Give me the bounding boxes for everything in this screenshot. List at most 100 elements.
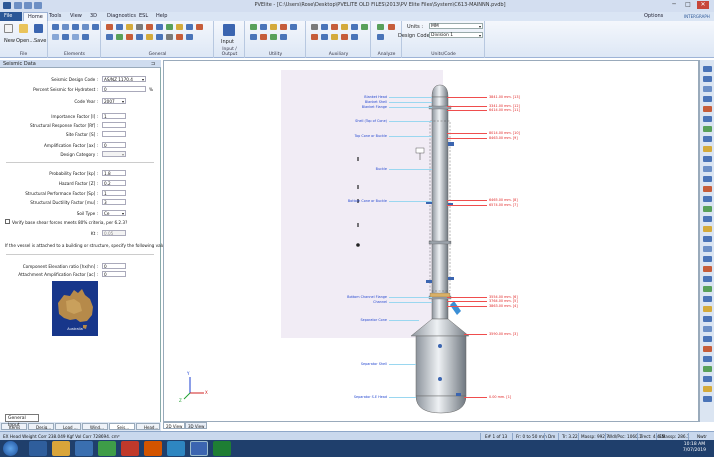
view-icon[interactable]	[703, 306, 712, 312]
component-label[interactable]: Separator Cone	[344, 318, 388, 322]
app-icon[interactable]	[144, 441, 162, 456]
excel-icon[interactable]	[213, 441, 231, 456]
rotate-icon[interactable]	[703, 86, 712, 92]
clip-icon[interactable]	[166, 34, 173, 40]
component-label[interactable]: Bottom Channel Flange	[334, 295, 387, 299]
view-icon[interactable]	[703, 386, 712, 392]
saddle-icon[interactable]	[186, 24, 193, 30]
tab-file[interactable]: File	[0, 12, 22, 21]
view-icon[interactable]	[703, 136, 712, 142]
save-button[interactable]: Save	[34, 38, 46, 44]
site-factor-input[interactable]	[102, 131, 126, 137]
tab-3d[interactable]: 3D	[86, 12, 101, 21]
view-icon[interactable]	[703, 196, 712, 202]
lining-icon[interactable]	[116, 34, 123, 40]
leg-icon[interactable]	[196, 24, 203, 30]
component-label[interactable]: Channel	[349, 300, 387, 304]
performance-factor-input[interactable]: 1	[102, 190, 126, 196]
app-icon[interactable]	[75, 441, 93, 456]
utility-icon[interactable]	[280, 24, 287, 30]
error-check-icon[interactable]	[388, 24, 395, 30]
options-menu[interactable]: Options	[640, 12, 667, 21]
tray-icon[interactable]	[166, 24, 173, 30]
component-label[interactable]: Blanket Head	[349, 95, 387, 99]
view-icon[interactable]	[703, 266, 712, 272]
component-elevation-input[interactable]: 0	[102, 263, 126, 269]
utility-icon[interactable]	[250, 24, 257, 30]
packing-icon[interactable]	[126, 34, 133, 40]
importance-factor-input[interactable]: 1	[102, 113, 126, 119]
flange-icon[interactable]	[82, 24, 89, 30]
utility-icon[interactable]	[280, 34, 287, 40]
basering-icon[interactable]	[176, 34, 183, 40]
view-icon[interactable]	[703, 286, 712, 292]
quick-redo-icon[interactable]	[34, 2, 42, 9]
tab-design[interactable]: Desig...	[28, 423, 54, 430]
component-label[interactable]: Bottom Cone or Buckle	[334, 199, 387, 203]
explorer-icon[interactable]	[29, 441, 47, 456]
utility-icon[interactable]	[260, 24, 267, 30]
force-icon[interactable]	[146, 34, 153, 40]
attachment-amplification-input[interactable]: 0	[102, 271, 126, 277]
drawing-canvas[interactable]: 3841.00 mm. [13] 3341.00 mm. [12] 6414.0…	[163, 60, 699, 422]
view-icon[interactable]	[703, 256, 712, 262]
view-icon[interactable]	[703, 346, 712, 352]
tab-seismic[interactable]: Seis...	[109, 423, 135, 430]
system-clock[interactable]: 10:18 AM 7/07/2019	[683, 442, 706, 454]
new-button[interactable]: New	[4, 38, 15, 44]
seismic-code-select[interactable]: AS/NZ 1170.4	[102, 76, 146, 82]
view-icon[interactable]	[703, 176, 712, 182]
close-button[interactable]: ✕	[697, 1, 709, 9]
component-label[interactable]: Separator Shell	[344, 362, 387, 366]
view-icon[interactable]	[703, 246, 712, 252]
cylinder-icon[interactable]	[52, 24, 59, 30]
analyze-icon[interactable]	[377, 24, 384, 30]
aux-icon[interactable]	[321, 34, 328, 40]
code-year-select[interactable]: 2007	[102, 98, 126, 104]
view-icon[interactable]	[703, 166, 712, 172]
aux-icon[interactable]	[321, 24, 328, 30]
component-label[interactable]: Top Cone or Buckle	[339, 134, 387, 138]
fit-icon[interactable]	[703, 96, 712, 102]
view-icon[interactable]	[703, 356, 712, 362]
element-icon[interactable]	[82, 34, 89, 40]
app-icon[interactable]	[167, 441, 185, 456]
view-icon[interactable]	[703, 126, 712, 132]
view-icon[interactable]	[703, 226, 712, 232]
tab-2d-view[interactable]: 2D View	[163, 422, 186, 429]
tab-wind[interactable]: Wind...	[82, 423, 108, 430]
utility-icon[interactable]	[250, 34, 257, 40]
probability-factor-input[interactable]: 1.8	[102, 170, 126, 176]
app-icon[interactable]	[121, 441, 139, 456]
response-factor-input[interactable]	[102, 122, 126, 128]
weight-icon[interactable]	[146, 24, 153, 30]
vessel-drawing[interactable]	[164, 61, 700, 423]
utility-icon[interactable]	[270, 34, 277, 40]
quick-undo-icon[interactable]	[24, 2, 32, 9]
hazard-factor-input[interactable]: 0.2	[102, 180, 126, 186]
pvelite-taskbar-icon[interactable]	[190, 441, 208, 456]
utility-icon[interactable]	[260, 34, 267, 40]
platform-icon[interactable]	[136, 24, 143, 30]
quick-save-icon[interactable]	[14, 2, 22, 9]
maximize-button[interactable]: □	[682, 1, 694, 9]
view-icon[interactable]	[703, 206, 712, 212]
design-code-select[interactable]: Division 1	[429, 32, 483, 38]
aux-icon[interactable]	[331, 24, 338, 30]
tab-tools[interactable]: Tools	[45, 12, 65, 21]
legs-icon[interactable]	[186, 34, 193, 40]
element-icon[interactable]	[72, 34, 79, 40]
view-icon[interactable]	[703, 396, 712, 402]
component-label[interactable]: Buckle	[349, 167, 387, 171]
pan-icon[interactable]	[703, 76, 712, 82]
amplification-factor-input[interactable]: 0	[102, 142, 126, 148]
welded-flat-icon[interactable]	[62, 34, 69, 40]
component-label[interactable]: Blanket Flange	[349, 105, 387, 109]
utility-icon[interactable]	[290, 24, 297, 30]
tab-load[interactable]: Load ...	[55, 423, 81, 430]
start-button[interactable]	[3, 441, 18, 456]
zoom-icon[interactable]	[703, 66, 712, 72]
units-select[interactable]: MM	[429, 23, 483, 29]
view-icon[interactable]	[703, 186, 712, 192]
head-icon[interactable]	[72, 24, 79, 30]
